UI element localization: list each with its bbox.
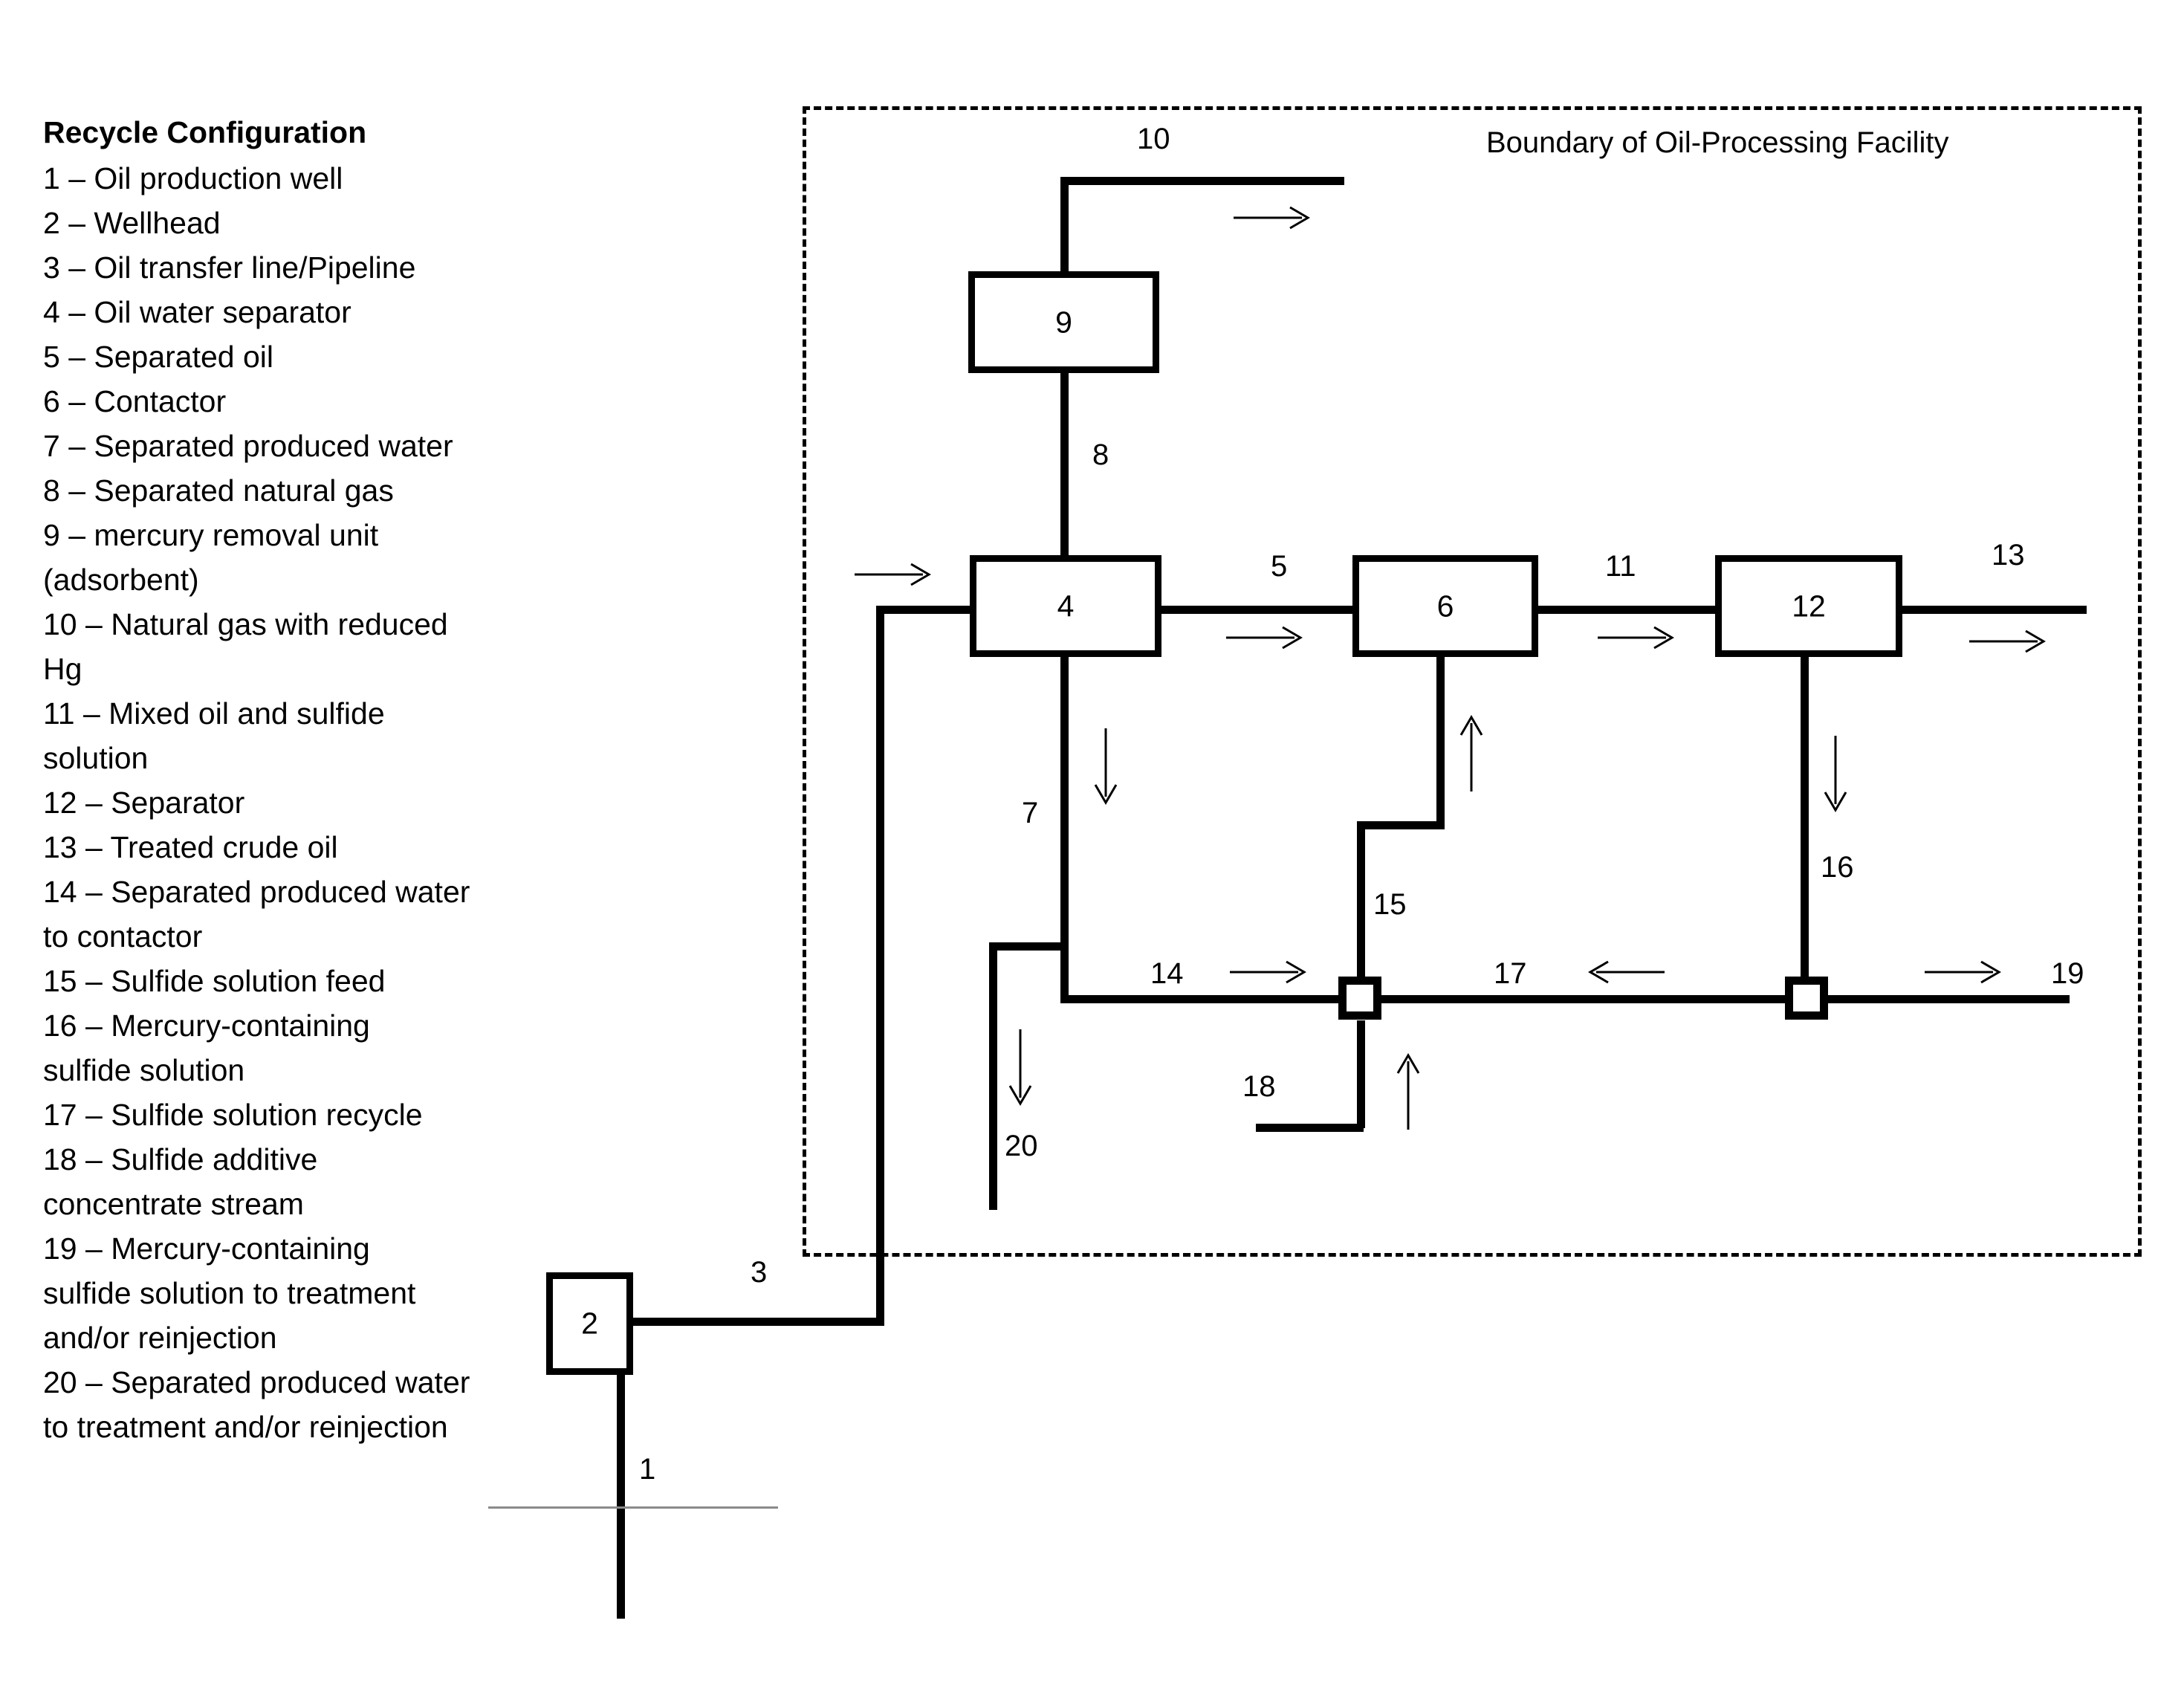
legend-item-16: 16 – Mercury-containing (43, 1009, 370, 1043)
legend-item-6: 6 – Contactor (43, 384, 227, 418)
pipe-stream-19 (1824, 995, 2070, 1003)
legend-item-11: 11 – Mixed oil and sulfide (43, 696, 385, 731)
junction-box-recycle-split[interactable] (1785, 977, 1828, 1020)
pipe-stream-13 (1901, 606, 2087, 614)
pipe-stream-15-into-contactor (1436, 657, 1445, 826)
legend-item-7: 7 – Separated produced water (43, 429, 453, 463)
legend-item-14: 14 – Separated produced water (43, 875, 470, 909)
legend-item-8: 8 – Separated natural gas (43, 473, 394, 508)
legend-item-9-cont: (adsorbent) (43, 563, 199, 597)
stream-label-14: 14 (1150, 957, 1184, 990)
pipe-stream-14 (1060, 995, 1350, 1003)
stream-label-8: 8 (1092, 438, 1109, 471)
legend-item-5: 5 – Separated oil (43, 340, 274, 374)
junction-box-sulfide-mixing[interactable] (1338, 977, 1381, 1020)
legend-item-3: 3 – Oil transfer line/Pipeline (43, 250, 416, 285)
unit-box-6-label: 6 (1436, 589, 1454, 623)
pipe-stream-16 (1801, 657, 1809, 981)
stream-label-17: 17 (1494, 957, 1527, 990)
pipe-stream-10-horizontal (1060, 177, 1344, 185)
pipe-stream-3-into-separator (876, 606, 976, 614)
stream-label-7: 7 (1022, 797, 1039, 829)
pipe-stream-11 (1536, 606, 1716, 614)
pipe-stream-5 (1161, 606, 1356, 614)
legend-item-20: 20 – Separated produced water (43, 1365, 470, 1399)
pipe-stream-17 (1378, 995, 1789, 1003)
unit-box-6-contactor[interactable]: 6 (1352, 555, 1538, 657)
stream-label-3: 3 (751, 1256, 768, 1289)
facility-boundary-label: Boundary of Oil-Processing Facility (1486, 126, 1949, 159)
pipe-stream-3-riser (876, 606, 884, 1323)
stream-label-5: 5 (1271, 550, 1288, 583)
unit-box-4-oil-water-separator[interactable]: 4 (970, 555, 1161, 657)
pipe-stream-20-downcomer (989, 942, 997, 1210)
stream-label-11: 11 (1605, 550, 1636, 583)
unit-box-12-label: 12 (1792, 589, 1826, 623)
unit-box-2-label: 2 (581, 1306, 598, 1341)
legend-item-9: 9 – mercury removal unit (43, 518, 379, 552)
legend-item-19: 19 – Mercury-containing (43, 1231, 370, 1266)
legend-item-11-cont: solution (43, 741, 149, 775)
legend-item-4: 4 – Oil water separator (43, 295, 351, 329)
process-flow-diagram: Recycle Configuration 1 – Oil production… (0, 0, 2184, 1690)
legend-item-19-cont2: and/or reinjection (43, 1321, 277, 1355)
pipe-stream-18-horizontal (1256, 1124, 1364, 1132)
ground-line (488, 1506, 778, 1509)
pipe-stream-15-horizontal (1357, 821, 1445, 829)
legend-title: Recycle Configuration (43, 115, 367, 149)
legend-item-20-cont: to treatment and/or reinjection (43, 1410, 448, 1444)
unit-box-12-separator[interactable]: 12 (1715, 555, 1902, 657)
pipe-stream-20-horizontal (989, 942, 1069, 951)
legend-item-14-cont: to contactor (43, 919, 203, 954)
stream-label-19: 19 (2051, 957, 2084, 990)
legend-item-19-cont: sulfide solution to treatment (43, 1276, 416, 1310)
unit-box-2-wellhead[interactable]: 2 (546, 1272, 633, 1375)
stream-label-1: 1 (639, 1453, 656, 1486)
unit-box-9-mercury-removal-unit[interactable]: 9 (968, 271, 1159, 373)
legend-item-15: 15 – Sulfide solution feed (43, 964, 386, 998)
legend-item-17: 17 – Sulfide solution recycle (43, 1098, 423, 1132)
pipe-stream-7 (1060, 657, 1069, 1003)
stream-label-20: 20 (1005, 1130, 1038, 1162)
pipe-stream-1 (617, 1373, 625, 1619)
stream-label-13: 13 (1992, 539, 2025, 572)
legend-item-10-cont: Hg (43, 652, 82, 686)
legend-item-18: 18 – Sulfide additive (43, 1142, 318, 1176)
legend-item-2: 2 – Wellhead (43, 206, 221, 240)
stream-label-16: 16 (1821, 851, 1854, 884)
stream-label-15: 15 (1373, 888, 1407, 921)
legend-item-10: 10 – Natural gas with reduced (43, 607, 448, 641)
legend-item-16-cont: sulfide solution (43, 1053, 245, 1087)
pipe-stream-8 (1060, 369, 1069, 555)
legend-item-12: 12 – Separator (43, 786, 245, 820)
legend-item-18-cont: concentrate stream (43, 1187, 304, 1221)
pipe-stream-15-riser (1357, 821, 1365, 1000)
pipe-stream-10-riser (1060, 177, 1069, 273)
unit-box-9-label: 9 (1055, 305, 1072, 339)
unit-box-4-label: 4 (1057, 589, 1075, 623)
legend-item-13: 13 – Treated crude oil (43, 830, 338, 864)
pipe-stream-3-horizontal (628, 1318, 884, 1326)
legend-item-1: 1 – Oil production well (43, 161, 343, 195)
pipe-stream-18-riser (1357, 1020, 1365, 1128)
stream-label-10: 10 (1137, 123, 1170, 155)
legend-panel: Recycle Configuration 1 – Oil production… (43, 110, 563, 1449)
stream-label-18: 18 (1242, 1070, 1276, 1103)
